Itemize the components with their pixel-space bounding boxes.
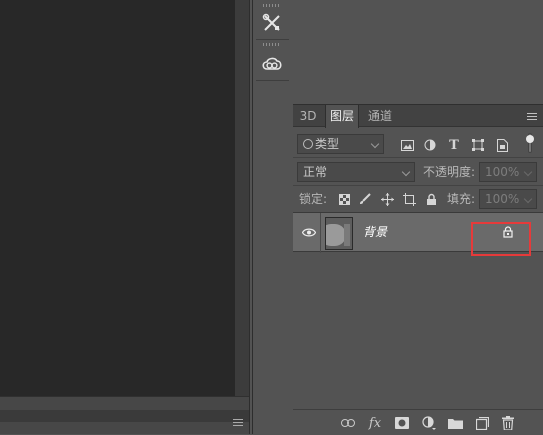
opacity-input[interactable]: 100% (479, 162, 537, 182)
collapsed-panel-dock (253, 0, 292, 434)
opacity-label: 不透明度: (423, 165, 476, 179)
filter-kind-label: 类型 (315, 137, 340, 151)
tab-layers[interactable]: 图层 (325, 105, 359, 128)
layer-thumbnail[interactable] (325, 217, 353, 250)
opacity-value: 100% (485, 165, 520, 179)
filter-toggle-icon[interactable] (521, 133, 539, 153)
separator (293, 185, 543, 186)
status-bar (0, 396, 249, 434)
eye-icon[interactable] (300, 223, 318, 241)
image-filter-icon[interactable] (398, 136, 416, 154)
chevron-down-icon (370, 139, 380, 149)
new-layer-icon[interactable] (474, 415, 490, 431)
lock-label: 锁定: (299, 192, 328, 206)
chevron-down-icon (523, 194, 533, 204)
filter-kind-dropdown[interactable]: 类型 (297, 134, 384, 154)
search-icon (303, 139, 313, 149)
canvas-scroll-gutter (235, 0, 249, 396)
fill-value: 100% (485, 192, 520, 206)
dock-separator (256, 80, 289, 81)
tools-icon[interactable] (259, 10, 285, 36)
filter-row: 类型 T (293, 133, 543, 155)
chevron-down-icon (401, 167, 411, 177)
highlight-box (471, 222, 531, 256)
shape-filter-icon[interactable] (469, 136, 487, 154)
new-group-icon[interactable] (447, 415, 463, 431)
lock-artboard-icon[interactable] (400, 190, 418, 208)
add-mask-icon[interactable] (394, 415, 410, 431)
fill-input[interactable]: 100% (479, 189, 537, 209)
adjustment-layer-icon[interactable] (421, 415, 437, 431)
dock-grip[interactable] (263, 43, 281, 46)
type-filter-icon[interactable]: T (445, 136, 463, 154)
delete-layer-icon[interactable] (500, 415, 516, 431)
visibility-divider (320, 213, 321, 253)
chevron-down-icon (523, 167, 533, 177)
lock-position-icon[interactable] (378, 190, 396, 208)
blend-mode-value: 正常 (303, 165, 328, 179)
thumbnail-shape (344, 224, 350, 246)
thumbnail-shape (326, 224, 346, 246)
adjustment-filter-icon[interactable] (421, 136, 439, 154)
document-canvas[interactable] (0, 0, 235, 396)
panel-menu-icon[interactable] (527, 113, 537, 120)
lock-row: 锁定: 填充: 100% (293, 188, 543, 210)
layers-bottom-toolbar: fx (293, 409, 543, 435)
blend-mode-dropdown[interactable]: 正常 (297, 162, 415, 182)
layers-panel: 3D 图层 通道 类型 T 正常 不透明度: 100% 锁定: 填充: 100%… (293, 104, 543, 434)
dock-grip[interactable] (263, 4, 281, 7)
link-layers-icon[interactable] (340, 415, 356, 431)
smart-object-filter-icon[interactable] (493, 136, 511, 154)
creative-cloud-icon[interactable] (259, 51, 285, 77)
separator (293, 157, 543, 158)
fill-label: 填充: (447, 192, 476, 206)
fx-icon[interactable]: fx (367, 415, 383, 431)
dock-separator (256, 39, 289, 40)
panel-divider (249, 0, 250, 434)
lock-image-icon[interactable] (356, 190, 374, 208)
panel-tabs: 3D 图层 通道 (293, 105, 543, 128)
lock-transparent-icon[interactable] (335, 190, 353, 208)
horizontal-scrollbar[interactable] (0, 410, 249, 422)
lock-all-icon[interactable] (422, 190, 440, 208)
tab-3d[interactable]: 3D (297, 105, 319, 127)
status-bar-menu-icon[interactable] (233, 419, 243, 426)
layer-name[interactable]: 背景 (363, 223, 387, 241)
upper-panel-area (293, 0, 543, 104)
tab-channels[interactable]: 通道 (363, 105, 397, 127)
blend-row: 正常 不透明度: 100% (293, 161, 543, 183)
